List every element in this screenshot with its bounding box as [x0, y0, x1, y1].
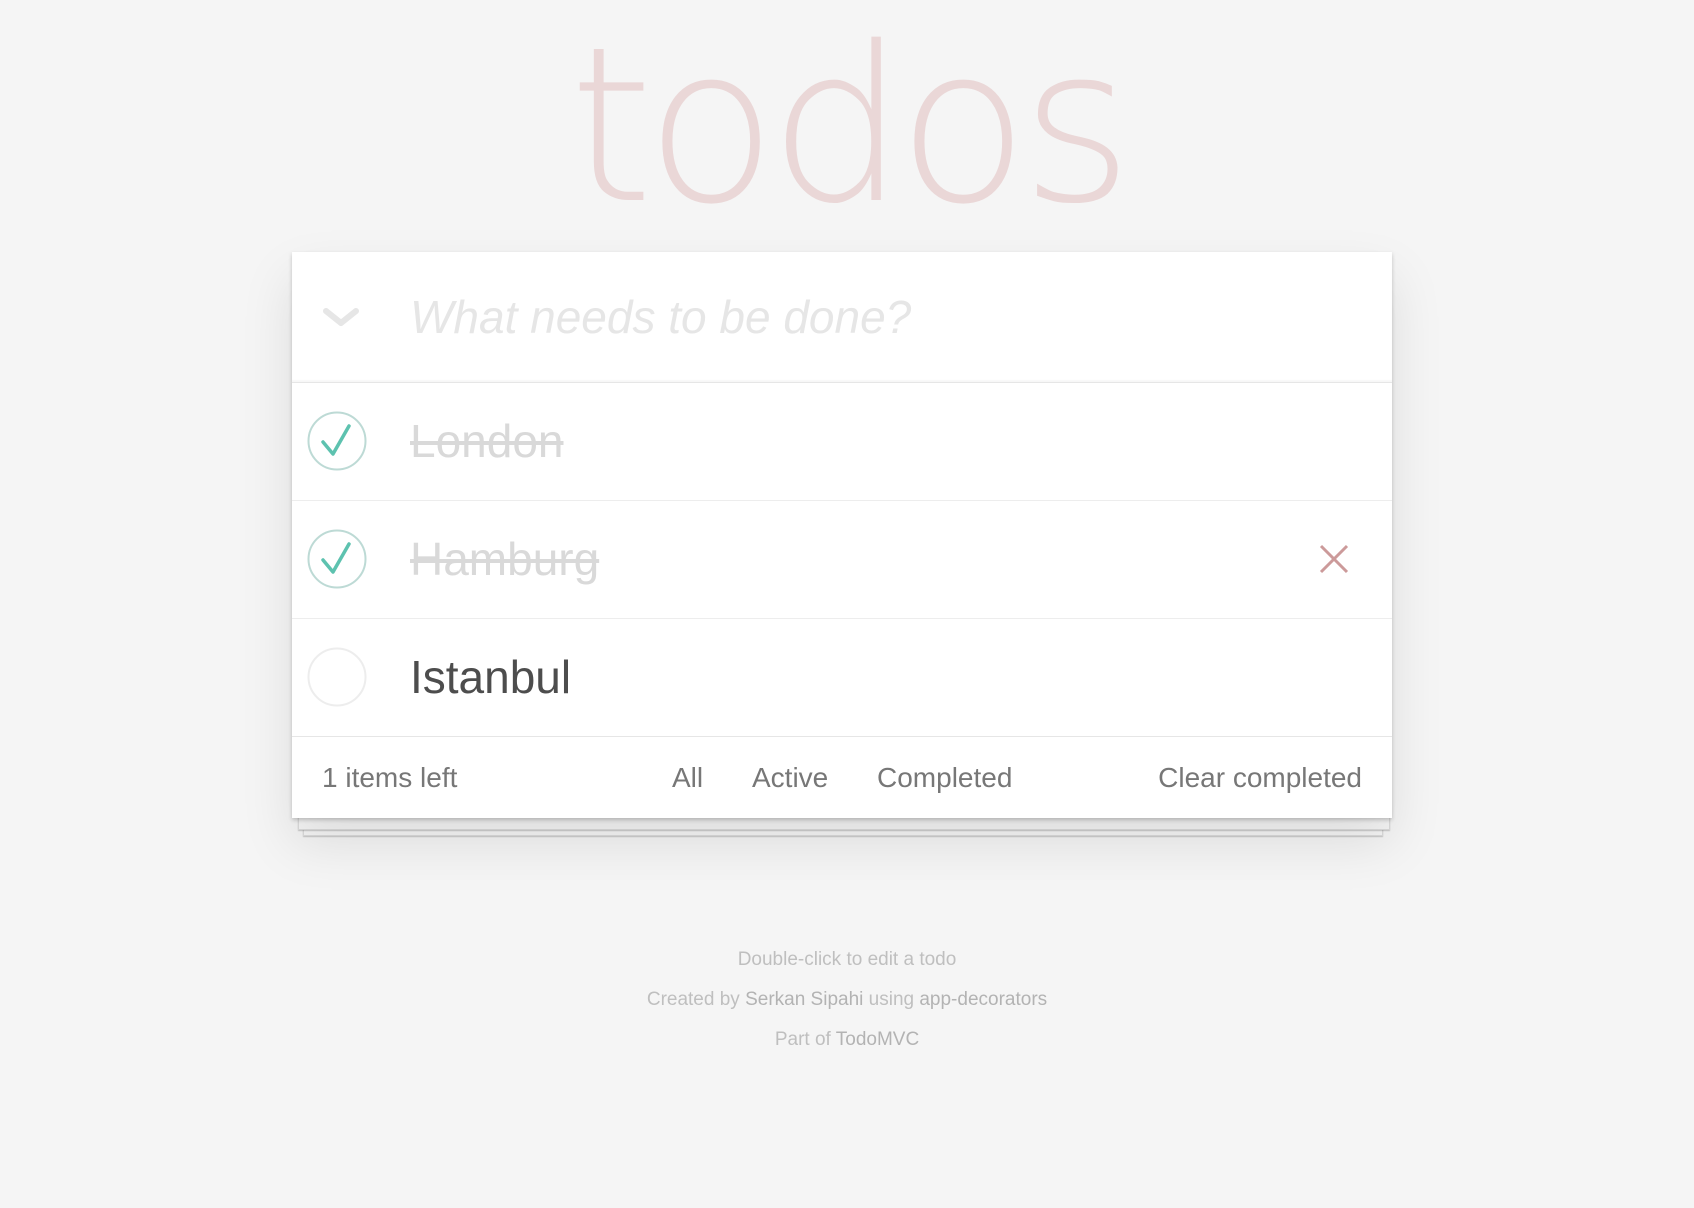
todo-toggle[interactable] — [307, 529, 367, 589]
chevron-down-icon — [323, 308, 359, 326]
todo-footer: 1 items left All Active Completed Clear … — [292, 736, 1392, 819]
todo-toggle[interactable] — [307, 647, 367, 707]
clear-completed-button[interactable]: Clear completed — [1158, 737, 1362, 819]
filter-active[interactable]: Active — [752, 737, 828, 819]
todo-app: London Hamburg Is — [292, 252, 1392, 818]
todomvc-link[interactable]: TodoMVC — [836, 1029, 919, 1050]
author-link[interactable]: Serkan Sipahi — [745, 989, 863, 1010]
close-icon — [1319, 544, 1349, 574]
using-text: using — [868, 989, 915, 1010]
toggle-all-button[interactable] — [316, 292, 366, 342]
app-title: todos — [569, 0, 1133, 251]
todo-item[interactable]: Istanbul — [292, 619, 1392, 737]
todo-label[interactable]: Istanbul — [410, 619, 571, 736]
part-of-line: Part of TodoMVC — [0, 1020, 1694, 1060]
todo-label[interactable]: London — [410, 383, 564, 500]
filter-all[interactable]: All — [672, 737, 703, 819]
part-of-text: Part of — [774, 1029, 831, 1050]
todo-item[interactable]: London — [292, 383, 1392, 501]
filter-completed[interactable]: Completed — [877, 737, 1012, 819]
todo-item[interactable]: Hamburg — [292, 501, 1392, 619]
todo-toggle[interactable] — [307, 411, 367, 471]
credits-line: Created by Serkan Sipahi using app-decor… — [0, 980, 1694, 1020]
new-todo-input[interactable] — [410, 282, 1350, 352]
info-footer: Double-click to edit a todo Created by S… — [0, 940, 1694, 1060]
checkmark-circle-icon — [307, 411, 367, 471]
edit-hint: Double-click to edit a todo — [737, 949, 957, 970]
created-by-text: Created by — [646, 989, 740, 1010]
delete-todo-button[interactable] — [1308, 533, 1360, 585]
checkmark-circle-icon — [307, 529, 367, 589]
todo-label[interactable]: Hamburg — [410, 501, 599, 618]
empty-circle-icon — [307, 647, 367, 707]
todo-list: London Hamburg Istanbul — [292, 383, 1392, 737]
library-link[interactable]: app-decorators — [919, 989, 1047, 1010]
header-row — [292, 252, 1392, 383]
